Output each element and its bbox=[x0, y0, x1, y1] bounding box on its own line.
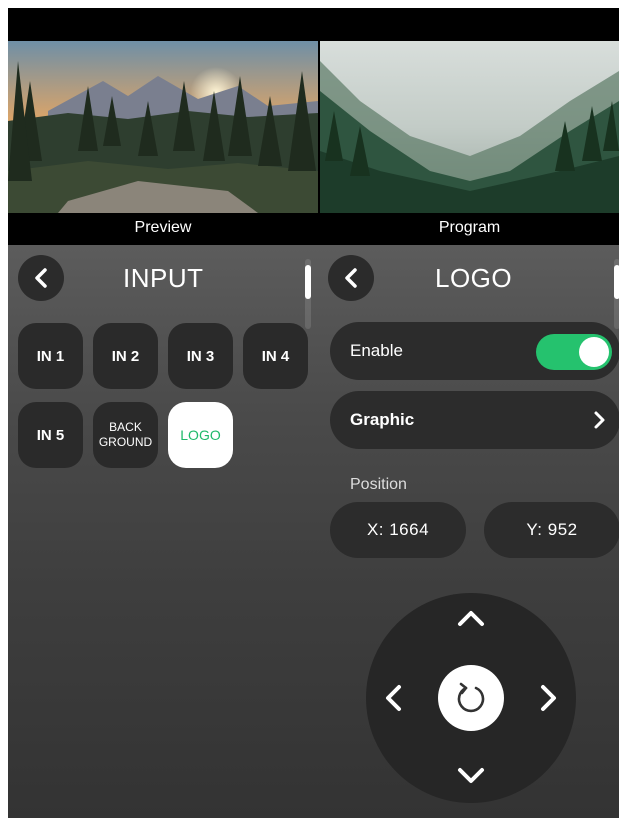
position-dpad bbox=[366, 593, 576, 803]
input-button-in5[interactable]: IN 5 bbox=[18, 402, 83, 468]
position-x-field[interactable]: X: 1664 bbox=[330, 502, 466, 558]
toggle-knob bbox=[579, 337, 609, 367]
input-button-in1[interactable]: IN 1 bbox=[18, 323, 83, 389]
input-scroll-thumb[interactable] bbox=[305, 265, 311, 299]
logo-back-button[interactable] bbox=[328, 255, 374, 301]
program-label: Program bbox=[320, 213, 619, 245]
chevron-right-icon bbox=[594, 411, 605, 429]
preview-image[interactable] bbox=[8, 41, 318, 213]
graphic-label: Graphic bbox=[350, 410, 415, 429]
program-image[interactable] bbox=[320, 41, 619, 213]
position-y-field[interactable]: Y: 952 bbox=[484, 502, 619, 558]
input-button-in3[interactable]: IN 3 bbox=[168, 323, 233, 389]
reset-icon bbox=[457, 682, 485, 713]
input-button-in4[interactable]: IN 4 bbox=[243, 323, 308, 389]
input-button-in2[interactable]: IN 2 bbox=[93, 323, 158, 389]
chevron-right-icon[interactable] bbox=[538, 683, 560, 713]
position-label: Position bbox=[350, 476, 407, 493]
graphic-row[interactable]: Graphic bbox=[330, 391, 619, 449]
app-window: Preview Program INPUT IN 1 IN 2 IN 3 IN … bbox=[8, 8, 619, 818]
input-button-logo[interactable]: LOGO bbox=[168, 402, 233, 468]
input-back-button[interactable] bbox=[18, 255, 64, 301]
enable-toggle[interactable] bbox=[536, 334, 612, 370]
input-button-background[interactable]: BACK GROUND bbox=[93, 402, 158, 468]
chevron-up-icon[interactable] bbox=[456, 607, 486, 629]
preview-landscape bbox=[8, 41, 318, 213]
enable-row: Enable bbox=[330, 322, 619, 380]
input-panel-title: INPUT bbox=[123, 263, 204, 293]
preview-label: Preview bbox=[8, 213, 318, 245]
enable-label: Enable bbox=[350, 341, 403, 360]
chevron-left-icon bbox=[35, 268, 47, 288]
chevron-left-icon bbox=[345, 268, 357, 288]
logo-panel-title: LOGO bbox=[435, 263, 513, 293]
chevron-left-icon[interactable] bbox=[382, 683, 404, 713]
input-panel: INPUT IN 1 IN 2 IN 3 IN 4 IN 5 BACK GROU… bbox=[8, 245, 318, 818]
reset-button[interactable] bbox=[438, 665, 504, 731]
logo-panel: LOGO Enable Graphic Position X: 1664 Y: … bbox=[318, 245, 619, 818]
top-bar bbox=[8, 8, 619, 41]
program-landscape bbox=[320, 41, 619, 213]
logo-scroll-thumb[interactable] bbox=[614, 265, 619, 299]
chevron-down-icon[interactable] bbox=[456, 765, 486, 787]
